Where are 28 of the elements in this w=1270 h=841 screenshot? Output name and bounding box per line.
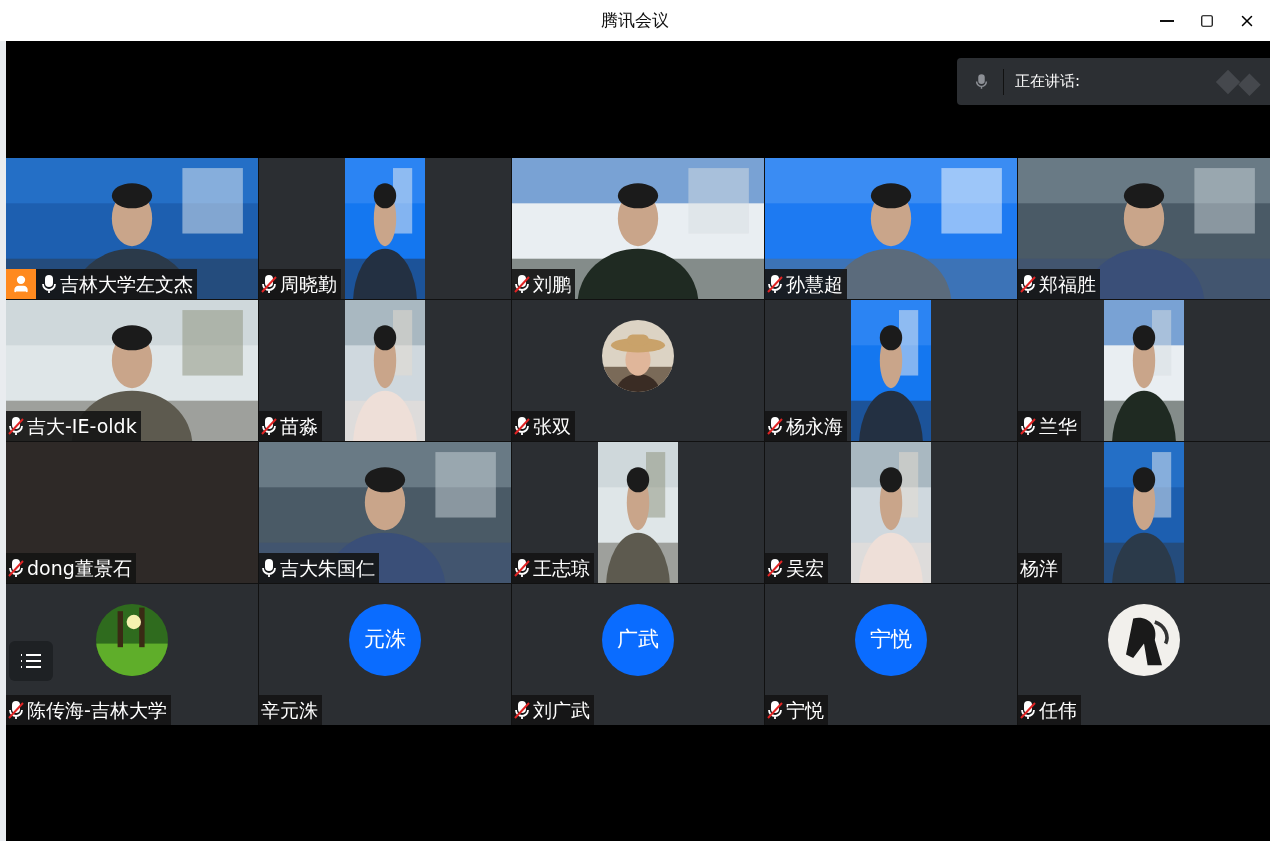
participant-name: 杨洋 (1019, 558, 1058, 578)
participant-name: 刘鹏 (533, 274, 571, 294)
participant-name: 杨永海 (786, 416, 843, 436)
maximize-icon (1200, 13, 1214, 28)
window-title: 腾讯会议 (601, 8, 669, 32)
participant-name: 陈传海-吉林大学 (27, 700, 167, 720)
speaking-label: 正在讲话: (1015, 71, 1081, 93)
initials-avatar: 宁悦 (855, 604, 927, 676)
initials-avatar: 元洙 (349, 604, 421, 676)
list-menu-button[interactable] (9, 641, 53, 681)
participant-name: 兰华 (1039, 416, 1077, 436)
participant-name: 辛元洙 (260, 700, 318, 720)
participant-name: 吉林大学左文杰 (60, 274, 193, 294)
minimize-icon (1160, 19, 1174, 22)
participant-name: 苗淼 (280, 416, 318, 436)
participant-name: 王志琼 (533, 558, 590, 578)
participant-name: 任伟 (1039, 700, 1077, 720)
microphone-icon (975, 73, 988, 90)
participant-name: 吉大朱国仁 (280, 558, 375, 578)
participant-name: 吉大-IE-oldk (27, 416, 137, 436)
initials-avatar: 广武 (602, 604, 674, 676)
participant-name: 周晓勤 (280, 274, 337, 294)
participant-name: 吴宏 (786, 558, 824, 578)
participant-name: dong董景石 (27, 558, 132, 578)
participant-name: 宁悦 (786, 700, 824, 720)
list-icon (20, 653, 42, 669)
participant-name: 刘广武 (533, 700, 590, 720)
participant-name: 张双 (533, 416, 571, 436)
